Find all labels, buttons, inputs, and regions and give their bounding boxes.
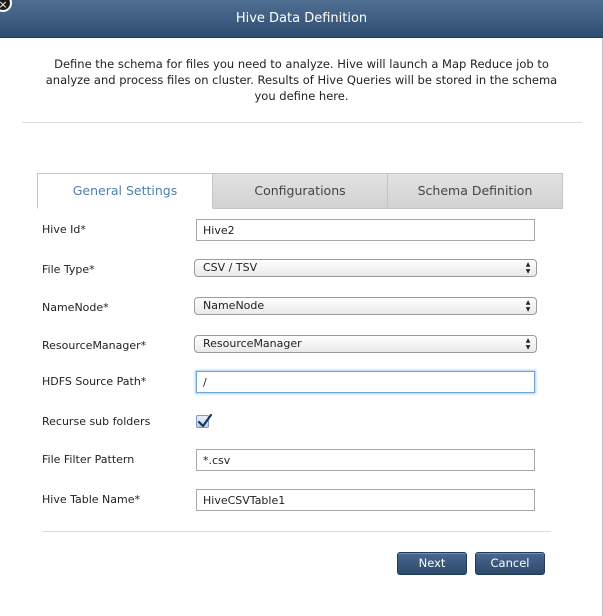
hive-table-name-input[interactable] [196,489,535,511]
row-hive-id: Hive Id* [42,218,542,242]
row-file-type: File Type* CSV / TSV ▲ ▼ [42,258,542,282]
resource-manager-select[interactable]: ResourceManager ▲ ▼ [194,335,537,353]
hdfs-source-path-input[interactable] [196,371,535,393]
hdfs-source-path-label: HDFS Source Path* [42,375,147,388]
row-recurse-sub-folders: Recurse sub folders [42,410,542,434]
name-node-select[interactable]: NameNode ▲ ▼ [194,297,537,315]
select-arrows-icon: ▲ ▼ [525,337,531,351]
dialog-titlebar: Hive Data Definition [0,0,603,38]
hive-id-label: Hive Id* [42,223,86,236]
cancel-button[interactable]: Cancel [475,552,545,575]
divider-bottom [42,531,551,532]
tab-bar: General Settings Configurations Schema D… [37,173,563,209]
hive-table-name-label: Hive Table Name* [42,493,140,506]
resource-manager-label: ResourceManager* [42,339,147,352]
recurse-sub-folders-checkbox[interactable] [196,413,213,428]
file-filter-pattern-input[interactable] [196,449,535,471]
file-type-label: File Type* [42,263,95,276]
select-arrows-icon: ▲ ▼ [525,299,531,313]
hive-id-input[interactable] [196,219,535,241]
file-filter-pattern-label: File Filter Pattern [42,453,135,466]
tab-configurations[interactable]: Configurations [213,173,388,209]
dialog-title: Hive Data Definition [235,11,368,26]
divider-top [22,122,582,123]
file-type-value: CSV / TSV [203,261,258,274]
row-hdfs-source-path: HDFS Source Path* [42,370,542,394]
next-button[interactable]: Next [397,552,467,575]
row-hive-table-name: Hive Table Name* [42,488,542,512]
dialog-description: Define the schema for files you need to … [45,57,558,103]
name-node-label: NameNode* [42,301,109,314]
file-type-select[interactable]: CSV / TSV ▲ ▼ [194,259,537,277]
row-resource-manager: ResourceManager* ResourceManager ▲ ▼ [42,334,542,358]
row-name-node: NameNode* NameNode ▲ ▼ [42,296,542,320]
name-node-value: NameNode [203,299,265,312]
tab-schema-definition[interactable]: Schema Definition [388,173,563,209]
row-file-filter-pattern: File Filter Pattern [42,448,542,472]
select-arrows-icon: ▲ ▼ [525,261,531,275]
tab-general-settings[interactable]: General Settings [37,173,213,209]
resource-manager-value: ResourceManager [203,337,302,350]
checkmark-icon [197,413,213,428]
recurse-sub-folders-label: Recurse sub folders [42,415,151,428]
